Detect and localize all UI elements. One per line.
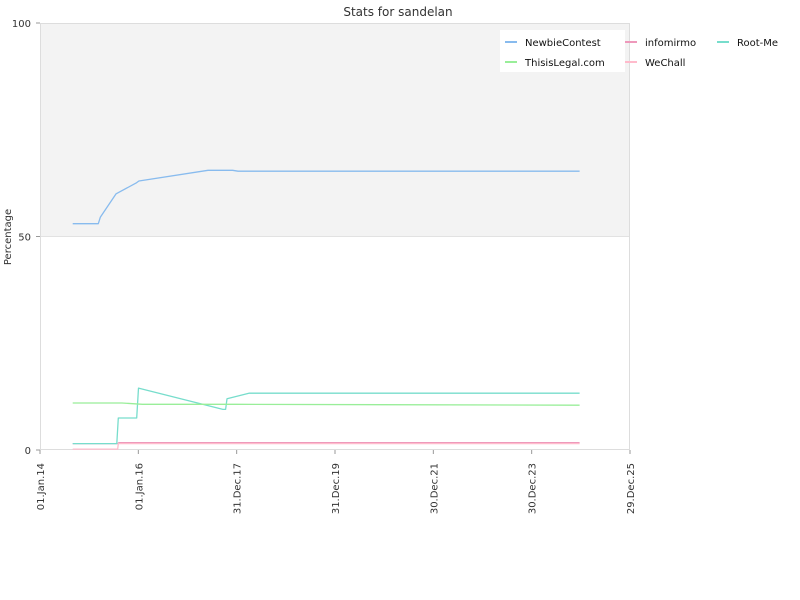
chart: Stats for sandelan 050100 01.Jan.14 01.Ja…	[3, 5, 778, 514]
legend-label-infomirmo: infomirmo	[645, 38, 696, 49]
legend: NewbieContest infomirmo Root-Me ThisisLegal…	[500, 30, 778, 72]
x-tick-label: 30.Dec.23	[528, 463, 539, 514]
legend-label-root-me: Root-Me	[737, 38, 778, 49]
x-tick-label: 30.Dec.21	[429, 463, 440, 514]
y-tick-label: 0	[25, 446, 31, 457]
x-tick-label: 31.Dec.17	[233, 463, 244, 514]
x-tick-label: 01.Jan.16	[134, 463, 145, 510]
y-axis-ticks: 0 50 100	[12, 19, 40, 457]
y-tick-label: 50	[18, 233, 31, 244]
legend-label-wechall: WeChall	[645, 58, 685, 69]
x-axis-ticks: 01.Jan.14 01.Jan.16 31.Dec.17 31.Dec.19 30.D…	[36, 450, 637, 514]
y-tick-label: 100	[12, 19, 31, 30]
y-axis-label: Percentage	[3, 209, 14, 265]
chart-title: Stats for sandelan	[343, 5, 452, 19]
x-tick-label: 01.Jan.14	[36, 463, 47, 510]
x-tick-label: 29.Dec.25	[626, 463, 637, 514]
x-tick-label: 31.Dec.19	[331, 463, 342, 514]
legend-label-thisislegal-com: ThisisLegal.com	[524, 58, 605, 69]
legend-label-newbiecontest: NewbieContest	[525, 38, 601, 49]
